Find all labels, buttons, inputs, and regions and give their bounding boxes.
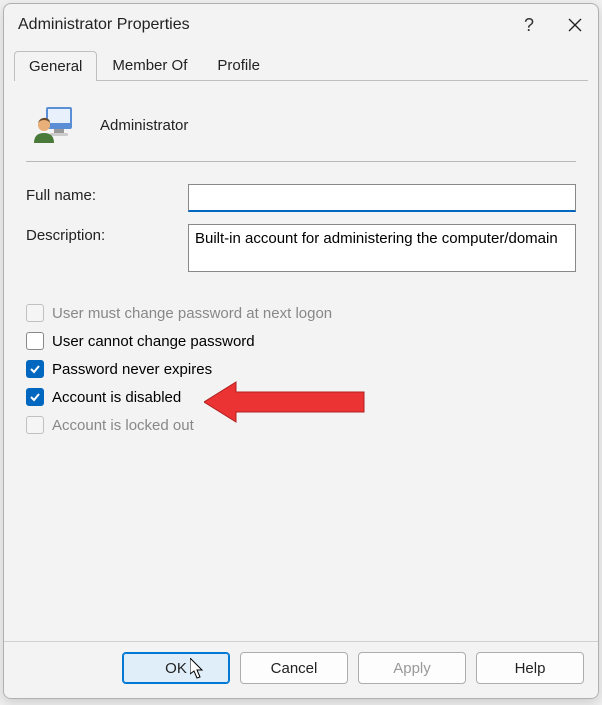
divider: [26, 161, 576, 162]
checkbox-password-never-expires[interactable]: Password never expires: [26, 360, 576, 378]
titlebar: Administrator Properties ?: [4, 4, 598, 46]
tab-content: Administrator Full name: Description: Bu…: [4, 81, 598, 641]
check-icon: [29, 363, 41, 375]
checkbox-label: User must change password at next logon: [52, 305, 332, 322]
tab-strip: General Member Of Profile: [14, 50, 588, 81]
tab-profile[interactable]: Profile: [202, 50, 275, 80]
close-button[interactable]: [552, 4, 598, 46]
full-name-row: Full name:: [26, 184, 576, 212]
full-name-input[interactable]: [188, 184, 576, 212]
checkbox-icon: [26, 360, 44, 378]
tab-general[interactable]: General: [14, 51, 97, 81]
apply-button[interactable]: Apply: [358, 652, 466, 684]
checkbox-cannot-change-password[interactable]: User cannot change password: [26, 332, 576, 350]
help-button[interactable]: ?: [506, 4, 552, 46]
checkbox-label: Account is locked out: [52, 417, 194, 434]
description-input[interactable]: Built-in account for administering the c…: [188, 224, 576, 272]
checkbox-must-change-password: User must change password at next logon: [26, 304, 576, 322]
description-label: Description:: [26, 224, 188, 244]
checkbox-account-locked-out: Account is locked out: [26, 416, 576, 434]
spacer: [26, 434, 576, 629]
titlebar-controls: ?: [506, 4, 598, 46]
window-title: Administrator Properties: [18, 16, 506, 34]
help-button-bottom[interactable]: Help: [476, 652, 584, 684]
checkbox-label: Account is disabled: [52, 389, 181, 406]
user-name: Administrator: [100, 117, 188, 134]
checkbox-list: User must change password at next logon …: [26, 304, 576, 434]
tab-member-of[interactable]: Member Of: [97, 50, 202, 80]
properties-dialog: Administrator Properties ? General Membe…: [3, 3, 599, 699]
dialog-buttons: OK Cancel Apply Help: [4, 641, 598, 698]
checkbox-icon: [26, 388, 44, 406]
description-row: Description: Built-in account for admini…: [26, 224, 576, 272]
checkbox-icon: [26, 332, 44, 350]
check-icon: [29, 391, 41, 403]
checkbox-account-disabled[interactable]: Account is disabled: [26, 388, 576, 406]
help-icon: ?: [524, 15, 534, 36]
close-icon: [568, 18, 582, 32]
tabs-container: General Member Of Profile: [4, 46, 598, 81]
user-icon: [32, 103, 76, 147]
user-header: Administrator: [26, 99, 576, 161]
checkbox-icon: [26, 416, 44, 434]
checkbox-label: Password never expires: [52, 361, 212, 378]
checkbox-label: User cannot change password: [52, 333, 255, 350]
full-name-label: Full name:: [26, 184, 188, 204]
checkbox-icon: [26, 304, 44, 322]
cancel-button[interactable]: Cancel: [240, 652, 348, 684]
ok-button[interactable]: OK: [122, 652, 230, 684]
